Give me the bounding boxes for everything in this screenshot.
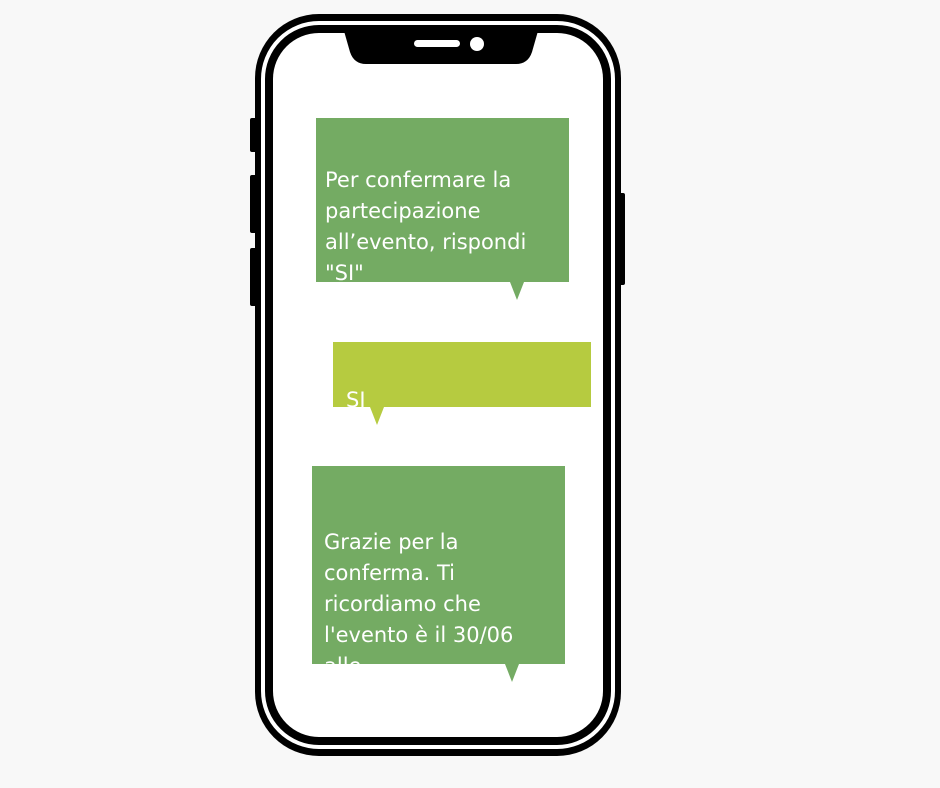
bubble-tail [510,282,524,300]
message-text: SI [346,388,366,412]
bubble-tail [505,664,519,682]
outgoing-message-bubble: SI [333,342,591,425]
incoming-message-bubble: Grazie per la conferma. Ti ricordiamo ch… [312,466,565,709]
incoming-message-bubble: Per confermare la partecipazione all’eve… [316,118,569,316]
bubble-tail [370,407,384,425]
camera-icon [470,37,484,51]
phone-notch [344,31,538,64]
phone-speaker [414,40,460,47]
